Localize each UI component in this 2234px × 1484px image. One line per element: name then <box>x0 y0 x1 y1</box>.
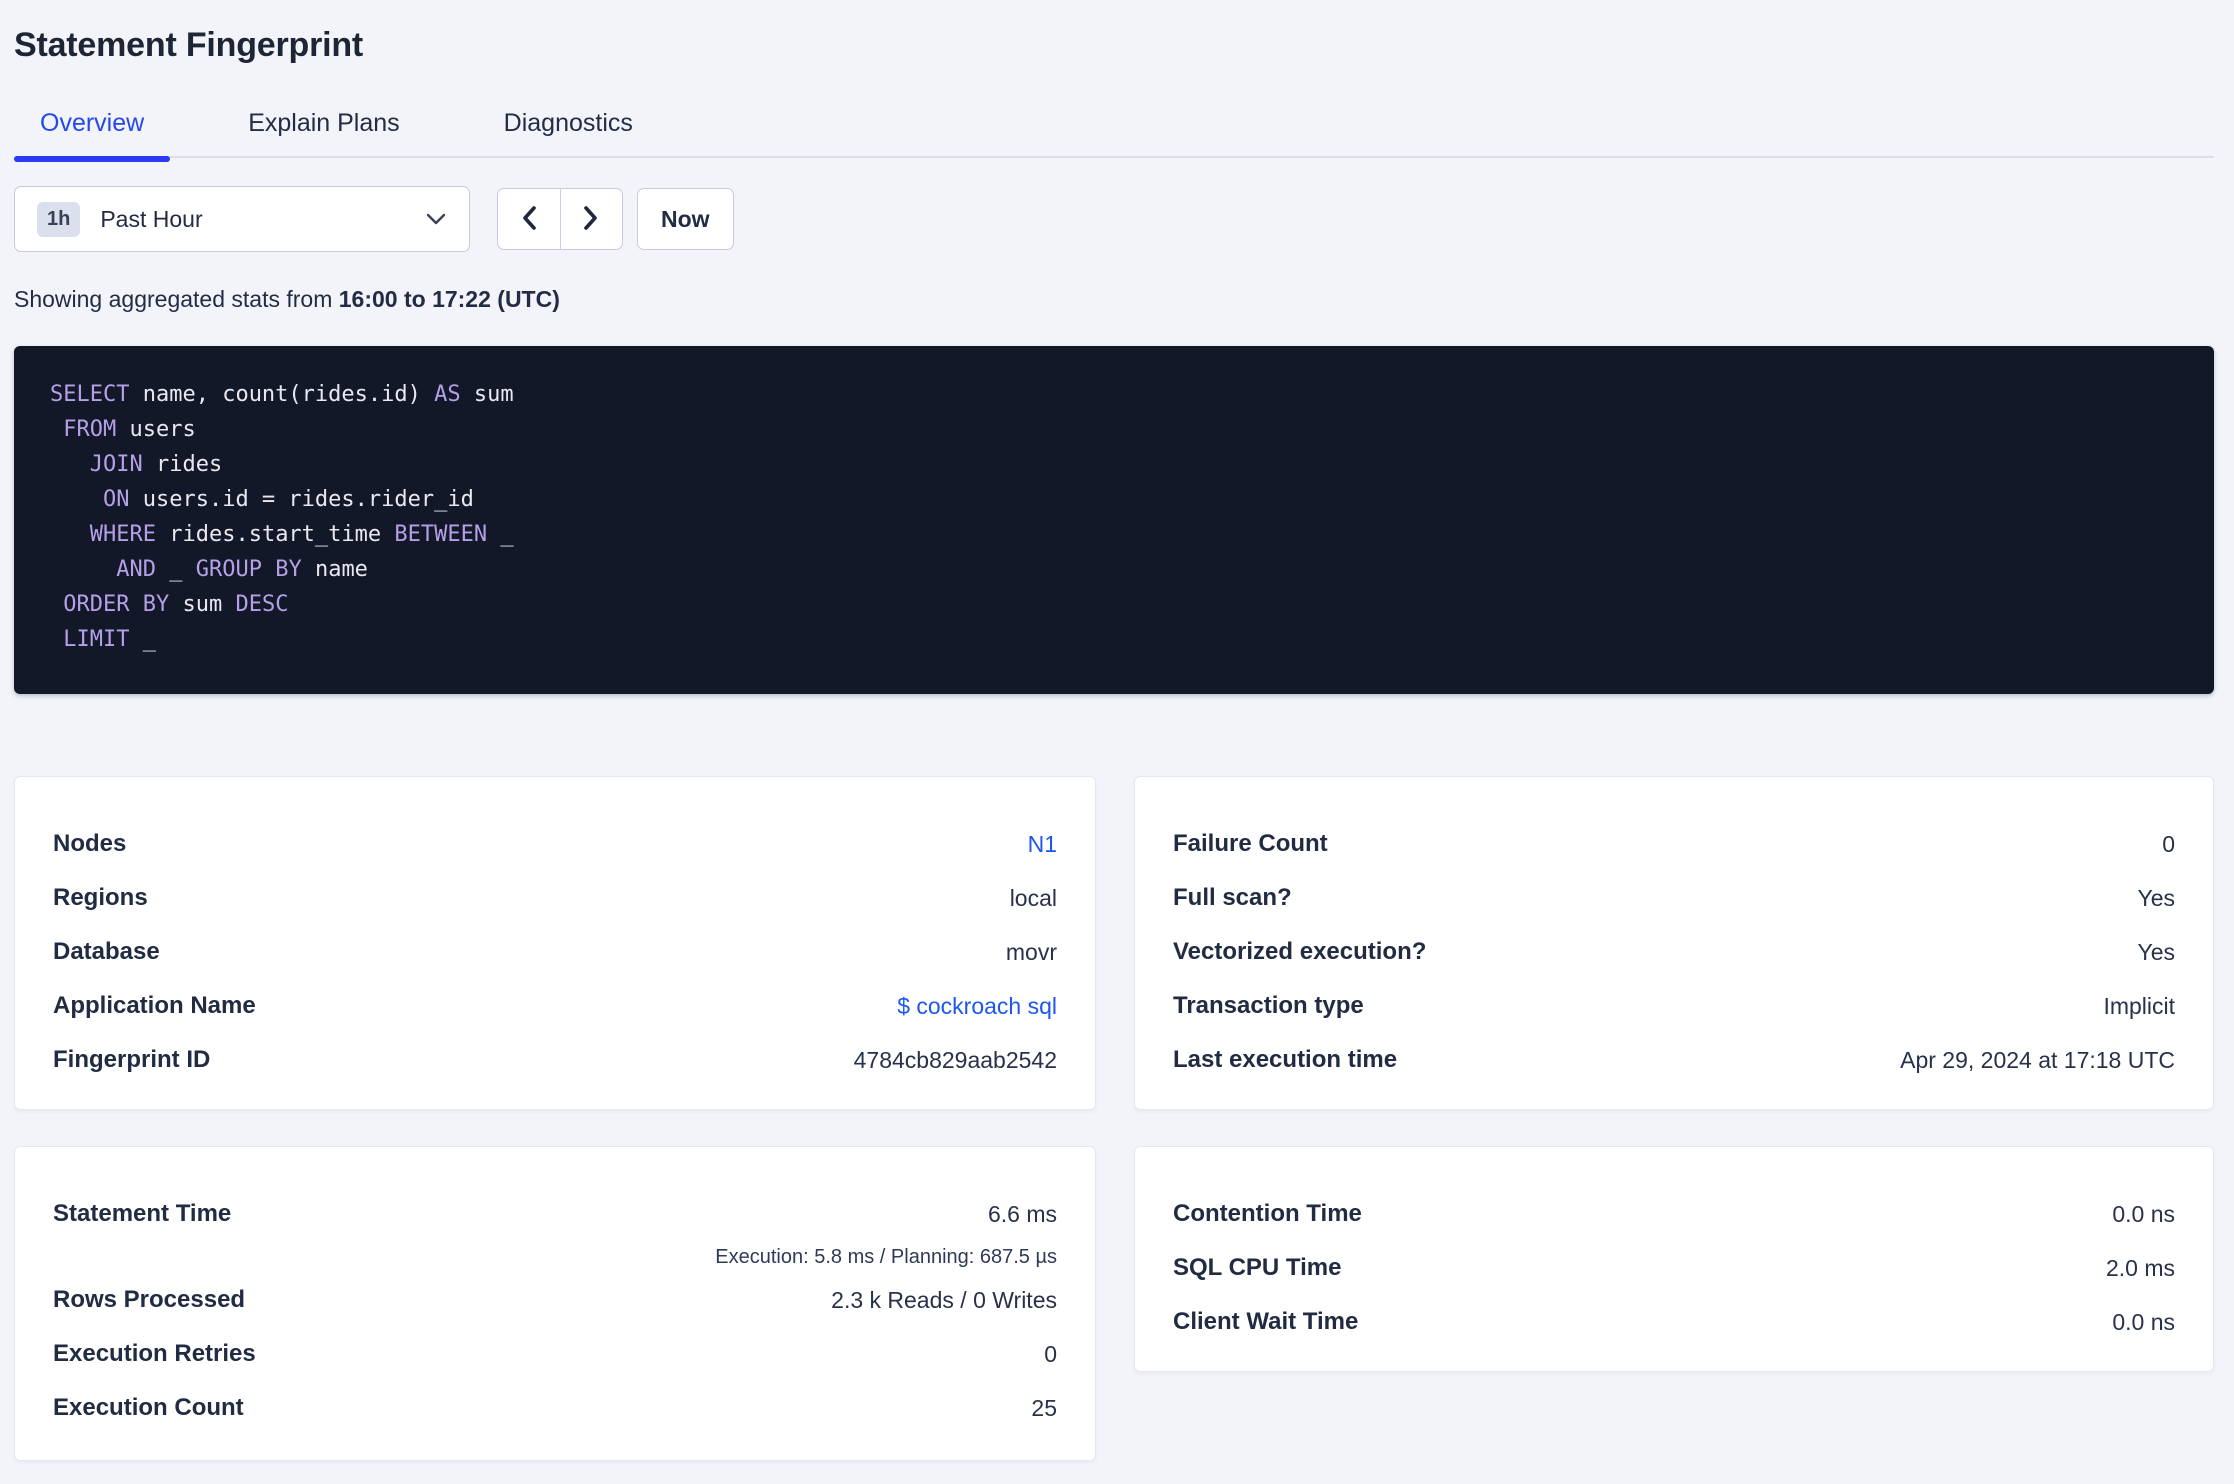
row-label-execution-count: Execution Count <box>53 1394 244 1421</box>
rows-processed-value: 2.3 k Reads / 0 Writes <box>831 1286 1057 1313</box>
execution-attributes-card: Failure Count 0 Full scan? Yes Vectorize… <box>1134 776 2214 1110</box>
aggregation-range-text: Showing aggregated stats from 16:00 to 1… <box>14 286 2214 313</box>
fingerprint-id-value: 4784cb829aab2542 <box>853 1046 1057 1073</box>
sql-statement-code: SELECT name, count(rides.id) AS sum FROM… <box>50 382 514 652</box>
table-row: Contention Time 0.0 ns <box>1173 1187 2175 1241</box>
transaction-type-value: Implicit <box>2103 992 2175 1019</box>
table-row: Statement Time 6.6 ms Execution: 5.8 ms … <box>53 1187 1057 1273</box>
statement-time-value: 6.6 ms <box>987 1201 1057 1227</box>
now-button[interactable]: Now <box>637 188 734 250</box>
table-row: Regions local <box>53 871 1057 925</box>
row-label-full-scan: Full scan? <box>1173 884 1292 911</box>
regions-value: local <box>1009 884 1057 911</box>
time-range-value: Past Hour <box>100 205 203 232</box>
chevron-right-icon <box>582 204 600 235</box>
interval-badge: 1h <box>37 201 81 237</box>
execution-count-value: 25 <box>1031 1394 1057 1421</box>
application-name-link[interactable]: $ cockroach sql <box>897 993 1057 1020</box>
previous-time-button[interactable] <box>498 189 560 249</box>
tab-explain-plans[interactable]: Explain Plans <box>222 103 425 156</box>
nodes-link[interactable]: N1 <box>1028 831 1057 858</box>
row-label-statement-time: Statement Time <box>53 1200 232 1227</box>
table-row: Execution Retries 0 <box>53 1327 1057 1381</box>
chevron-down-icon <box>425 212 447 226</box>
row-label-rows-processed: Rows Processed <box>53 1286 246 1313</box>
time-range-select[interactable]: 1h Past Hour <box>14 186 470 252</box>
table-row: Failure Count 0 <box>1173 817 2175 871</box>
execution-retries-value: 0 <box>1044 1340 1057 1367</box>
table-row: Vectorized execution? Yes <box>1173 925 2175 979</box>
statement-times-card: Statement Time 6.6 ms Execution: 5.8 ms … <box>14 1146 1096 1461</box>
last-execution-time-value: Apr 29, 2024 at 17:18 UTC <box>1900 1046 2175 1073</box>
statement-time-value-block: 6.6 ms Execution: 5.8 ms / Planning: 687… <box>715 1187 1057 1273</box>
row-label-regions: Regions <box>53 884 148 911</box>
table-row: Rows Processed 2.3 k Reads / 0 Writes <box>53 1273 1057 1327</box>
statement-details-card: Nodes N1 Regions local Database movr App… <box>14 776 1096 1110</box>
time-nav-buttons <box>497 188 623 250</box>
table-row: Transaction type Implicit <box>1173 979 2175 1033</box>
next-time-button[interactable] <box>559 189 623 249</box>
row-label-fingerprint-id: Fingerprint ID <box>53 1046 211 1073</box>
row-label-client-wait-time: Client Wait Time <box>1173 1308 1359 1335</box>
sql-statement-box: SELECT name, count(rides.id) AS sum FROM… <box>14 346 2214 694</box>
tab-bar: Overview Explain Plans Diagnostics <box>14 103 2214 162</box>
table-row: Fingerprint ID 4784cb829aab2542 <box>53 1033 1057 1087</box>
table-row: Application Name $ cockroach sql <box>53 979 1057 1033</box>
vectorized-execution-value: Yes <box>2137 938 2175 965</box>
chevron-left-icon <box>520 204 538 235</box>
row-label-contention-time: Contention Time <box>1173 1200 1362 1227</box>
table-row: SQL CPU Time 2.0 ms <box>1173 1241 2175 1295</box>
row-label-failure-count: Failure Count <box>1173 830 1328 857</box>
table-row: Last execution time Apr 29, 2024 at 17:1… <box>1173 1033 2175 1087</box>
contention-time-value: 0.0 ns <box>2112 1200 2175 1227</box>
table-row: Execution Count 25 <box>53 1381 1057 1435</box>
row-label-vectorized-execution: Vectorized execution? <box>1173 938 1427 965</box>
row-label-execution-retries: Execution Retries <box>53 1340 256 1367</box>
page-title: Statement Fingerprint <box>14 26 364 64</box>
aggregation-range-prefix: Showing aggregated stats from <box>14 286 339 312</box>
row-label-transaction-type: Transaction type <box>1173 992 1364 1019</box>
summary-cards-grid: Nodes N1 Regions local Database movr App… <box>14 776 2214 1461</box>
sql-cpu-time-value: 2.0 ms <box>2105 1254 2175 1281</box>
database-value: movr <box>1005 938 1057 965</box>
failure-count-value: 0 <box>2162 830 2175 857</box>
time-picker-row: 1h Past Hour Now <box>14 186 2214 252</box>
statement-fingerprint-page: Statement Fingerprint Overview Explain P… <box>0 26 2234 1461</box>
tab-diagnostics[interactable]: Diagnostics <box>478 103 659 156</box>
wait-times-card: Contention Time 0.0 ns SQL CPU Time 2.0 … <box>1134 1146 2214 1372</box>
row-label-application-name: Application Name <box>53 992 256 1019</box>
client-wait-time-value: 0.0 ns <box>2112 1308 2175 1335</box>
aggregation-range-bold: 16:00 to 17:22 (UTC) <box>338 286 560 312</box>
statement-time-breakdown: Execution: 5.8 ms / Planning: 687.5 µs <box>715 1246 1057 1268</box>
table-row: Client Wait Time 0.0 ns <box>1173 1295 2175 1349</box>
tab-overview[interactable]: Overview <box>14 103 171 162</box>
row-label-sql-cpu-time: SQL CPU Time <box>1173 1254 1342 1281</box>
full-scan-value: Yes <box>2137 884 2175 911</box>
row-label-last-execution-time: Last execution time <box>1173 1046 1398 1073</box>
table-row: Database movr <box>53 925 1057 979</box>
table-row: Full scan? Yes <box>1173 871 2175 925</box>
table-row: Nodes N1 <box>53 817 1057 871</box>
row-label-nodes: Nodes <box>53 830 127 857</box>
row-label-database: Database <box>53 938 160 965</box>
